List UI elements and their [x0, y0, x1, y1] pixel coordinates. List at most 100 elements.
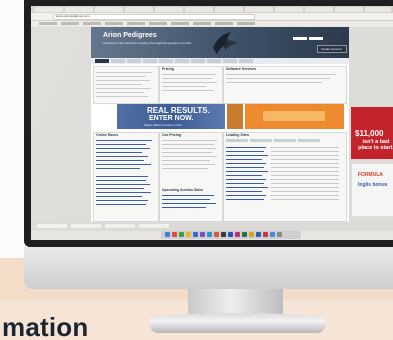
browser-tab[interactable]	[155, 7, 183, 12]
sires-tab[interactable]	[298, 139, 320, 142]
race-link[interactable]	[96, 140, 152, 141]
small-ad[interactable]	[227, 104, 243, 129]
browser-tab[interactable]	[65, 7, 93, 12]
create-account-button[interactable]: Create Account	[317, 45, 347, 53]
race-link[interactable]	[96, 188, 144, 189]
sires-tab[interactable]	[226, 139, 248, 142]
nav-item[interactable]	[191, 59, 205, 63]
app-icon[interactable]	[242, 232, 247, 237]
app-icon[interactable]	[214, 232, 219, 237]
orange-banner[interactable]	[245, 104, 344, 129]
race-link[interactable]	[96, 168, 140, 169]
sire-link[interactable]	[226, 151, 264, 152]
browser-tab[interactable]	[215, 7, 243, 12]
app-icon[interactable]	[263, 232, 268, 237]
bookmark-item[interactable]	[127, 22, 145, 25]
bookmark-item[interactable]	[83, 22, 101, 25]
nav-item[interactable]	[127, 59, 141, 63]
bookmark-item[interactable]	[193, 22, 211, 25]
app-icon[interactable]	[186, 232, 191, 237]
race-link[interactable]	[96, 176, 148, 177]
app-icon[interactable]	[193, 232, 198, 237]
sale-link[interactable]	[162, 203, 216, 204]
app-icon[interactable]	[207, 232, 212, 237]
sire-link[interactable]	[226, 175, 262, 176]
download-item[interactable]	[71, 224, 101, 228]
site-title[interactable]: Arion Pedigrees	[103, 32, 157, 39]
race-link[interactable]	[96, 204, 146, 205]
sires-tab[interactable]	[274, 139, 296, 142]
browser-tab[interactable]	[245, 7, 273, 12]
race-link[interactable]	[96, 180, 146, 181]
real-results-banner[interactable]: REAL RESULTS. ENTER NOW. Magic Millions …	[117, 104, 225, 129]
sire-link[interactable]	[226, 155, 268, 156]
nav-item[interactable]	[111, 59, 125, 63]
sire-link[interactable]	[226, 163, 266, 164]
nav-item[interactable]	[207, 59, 221, 63]
bookmark-item[interactable]	[39, 22, 57, 25]
eleven-thousand-ad[interactable]: $11,000 isn't a bad place to start.	[351, 107, 393, 159]
sire-link[interactable]	[226, 195, 266, 196]
browser-tab[interactable]	[365, 7, 391, 12]
sire-link[interactable]	[226, 199, 264, 200]
app-icon[interactable]	[200, 232, 205, 237]
browser-tab[interactable]	[35, 7, 63, 12]
login-email-field[interactable]	[293, 37, 307, 40]
sire-link[interactable]	[226, 191, 262, 192]
browser-tab[interactable]	[125, 7, 153, 12]
nav-item[interactable]	[143, 59, 157, 63]
nav-item[interactable]	[159, 59, 173, 63]
app-icon[interactable]	[172, 232, 177, 237]
sire-link[interactable]	[226, 179, 266, 180]
download-item[interactable]	[139, 224, 169, 228]
app-icon[interactable]	[249, 232, 254, 237]
trash-icon[interactable]	[277, 232, 282, 237]
nav-item[interactable]	[239, 59, 253, 63]
bookmark-item[interactable]	[215, 22, 233, 25]
browser-tab[interactable]	[185, 7, 213, 12]
race-link[interactable]	[96, 144, 146, 145]
address-bar[interactable]: www.arionpedigrees.com	[53, 14, 255, 20]
download-item[interactable]	[105, 224, 135, 228]
race-link[interactable]	[96, 164, 151, 165]
nav-item[interactable]	[223, 59, 237, 63]
app-icon[interactable]	[235, 232, 240, 237]
sires-tab[interactable]	[250, 139, 272, 142]
app-icon[interactable]	[270, 232, 275, 237]
sale-link[interactable]	[162, 207, 206, 208]
login-password-field[interactable]	[309, 37, 323, 40]
race-link[interactable]	[96, 192, 151, 193]
browser-tab[interactable]	[95, 7, 123, 12]
browser-tab[interactable]	[335, 7, 363, 12]
race-link[interactable]	[96, 152, 142, 153]
sale-link[interactable]	[162, 199, 210, 200]
app-icon[interactable]	[228, 232, 233, 237]
app-icon[interactable]	[221, 232, 226, 237]
bookmark-item[interactable]	[61, 22, 79, 25]
race-link[interactable]	[96, 200, 148, 201]
inglis-ad[interactable]: FORMULA Inglis bonus	[351, 163, 393, 217]
nav-item[interactable]	[175, 59, 189, 63]
browser-tab[interactable]	[275, 7, 303, 12]
sire-link[interactable]	[226, 183, 264, 184]
download-item[interactable]	[37, 224, 67, 228]
bookmark-item[interactable]	[171, 22, 189, 25]
browser-tab[interactable]	[305, 7, 333, 12]
bookmark-item[interactable]	[149, 22, 167, 25]
race-link[interactable]	[96, 196, 142, 197]
sire-link[interactable]	[226, 171, 268, 172]
race-link[interactable]	[96, 148, 150, 149]
bookmark-item[interactable]	[237, 22, 255, 25]
sire-link[interactable]	[226, 167, 264, 168]
nav-item-home[interactable]	[95, 59, 109, 63]
app-icon[interactable]	[179, 232, 184, 237]
race-link[interactable]	[96, 184, 150, 185]
race-link[interactable]	[96, 156, 148, 157]
sale-link[interactable]	[162, 195, 214, 196]
finder-icon[interactable]	[165, 232, 170, 237]
race-link[interactable]	[96, 160, 144, 161]
sire-link[interactable]	[226, 187, 268, 188]
app-icon[interactable]	[256, 232, 261, 237]
sire-link[interactable]	[226, 147, 266, 148]
sire-link[interactable]	[226, 159, 262, 160]
